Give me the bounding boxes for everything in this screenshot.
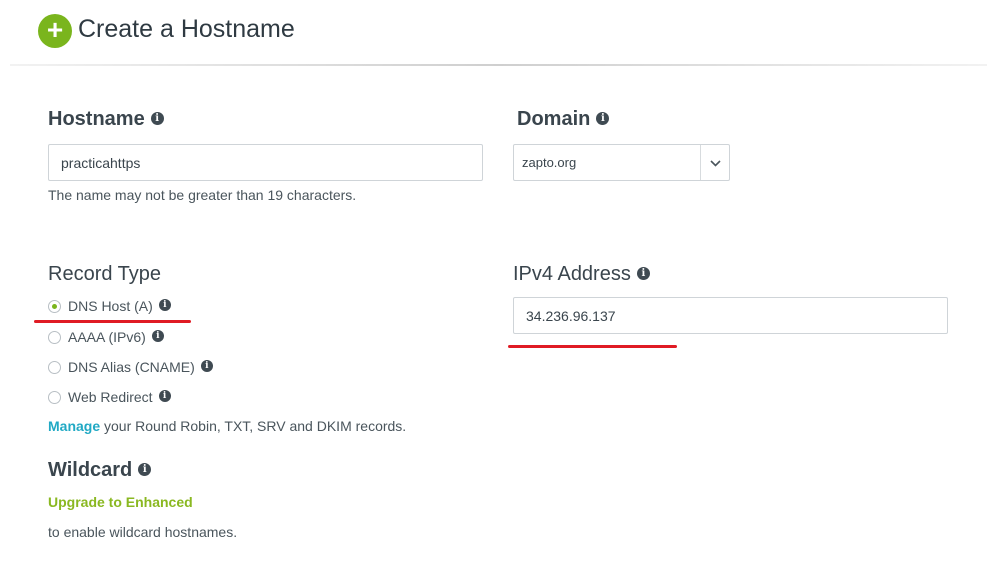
radio-button[interactable] xyxy=(48,390,61,404)
radio-label[interactable]: DNS Host (A) xyxy=(68,298,153,314)
radio-label[interactable]: AAAA (IPv6) xyxy=(68,329,146,345)
info-icon[interactable]: i xyxy=(158,390,171,402)
radio-option-web-redirect[interactable]: Web Redirect i xyxy=(48,387,171,407)
info-icon[interactable]: i xyxy=(596,112,610,126)
info-icon[interactable]: i xyxy=(138,463,152,477)
domain-label: Domain i xyxy=(517,108,610,131)
radio-label[interactable]: DNS Alias (CNAME) xyxy=(68,359,195,375)
plus-circle-icon: + xyxy=(38,14,72,48)
record-type-label: Record Type xyxy=(48,263,162,285)
radio-option-aaaa-ipv6[interactable]: AAAA (IPv6) i xyxy=(48,327,164,347)
hostname-label: Hostname i xyxy=(48,108,164,131)
hostname-help-text: The name may not be greater than 19 char… xyxy=(48,187,357,203)
domain-select-value: zapto.org xyxy=(522,155,577,170)
ipv4-label: IPv4 Address i xyxy=(513,263,650,286)
info-icon[interactable]: i xyxy=(200,360,213,372)
page-header: + Create a Hostname xyxy=(0,0,997,66)
page-title: Create a Hostname xyxy=(78,15,295,43)
info-icon[interactable]: i xyxy=(636,267,650,281)
red-underline-annotation xyxy=(508,345,677,348)
header-divider xyxy=(10,64,987,66)
ipv4-address-input[interactable] xyxy=(513,297,948,334)
red-underline-annotation xyxy=(34,320,191,323)
hostname-label-text: Hostname xyxy=(48,108,145,130)
domain-select[interactable]: zapto.org xyxy=(513,144,730,181)
wildcard-label-text: Wildcard xyxy=(48,459,133,481)
domain-label-text: Domain xyxy=(517,108,591,130)
manage-description: your Round Robin, TXT, SRV and DKIM reco… xyxy=(100,418,407,434)
chevron-down-icon[interactable] xyxy=(701,145,730,180)
radio-option-dns-host-a[interactable]: DNS Host (A) i xyxy=(48,296,171,316)
radio-button-checked[interactable] xyxy=(48,299,61,313)
radio-button[interactable] xyxy=(48,330,61,344)
ipv4-label-text: IPv4 Address xyxy=(513,263,631,285)
info-icon[interactable]: i xyxy=(150,112,164,126)
radio-option-dns-alias-cname[interactable]: DNS Alias (CNAME) i xyxy=(48,357,213,377)
info-icon[interactable]: i xyxy=(158,299,171,311)
radio-label[interactable]: Web Redirect xyxy=(68,389,153,405)
wildcard-help-text: to enable wildcard hostnames. xyxy=(48,524,238,540)
radio-button[interactable] xyxy=(48,360,61,374)
info-icon[interactable]: i xyxy=(151,330,164,342)
upgrade-to-enhanced-link[interactable]: Upgrade to Enhanced xyxy=(48,494,193,510)
hostname-input[interactable] xyxy=(48,144,483,181)
manage-link[interactable]: Manage xyxy=(48,418,100,434)
manage-records-text: Manage your Round Robin, TXT, SRV and DK… xyxy=(48,418,406,434)
wildcard-label: Wildcard i xyxy=(48,459,152,482)
